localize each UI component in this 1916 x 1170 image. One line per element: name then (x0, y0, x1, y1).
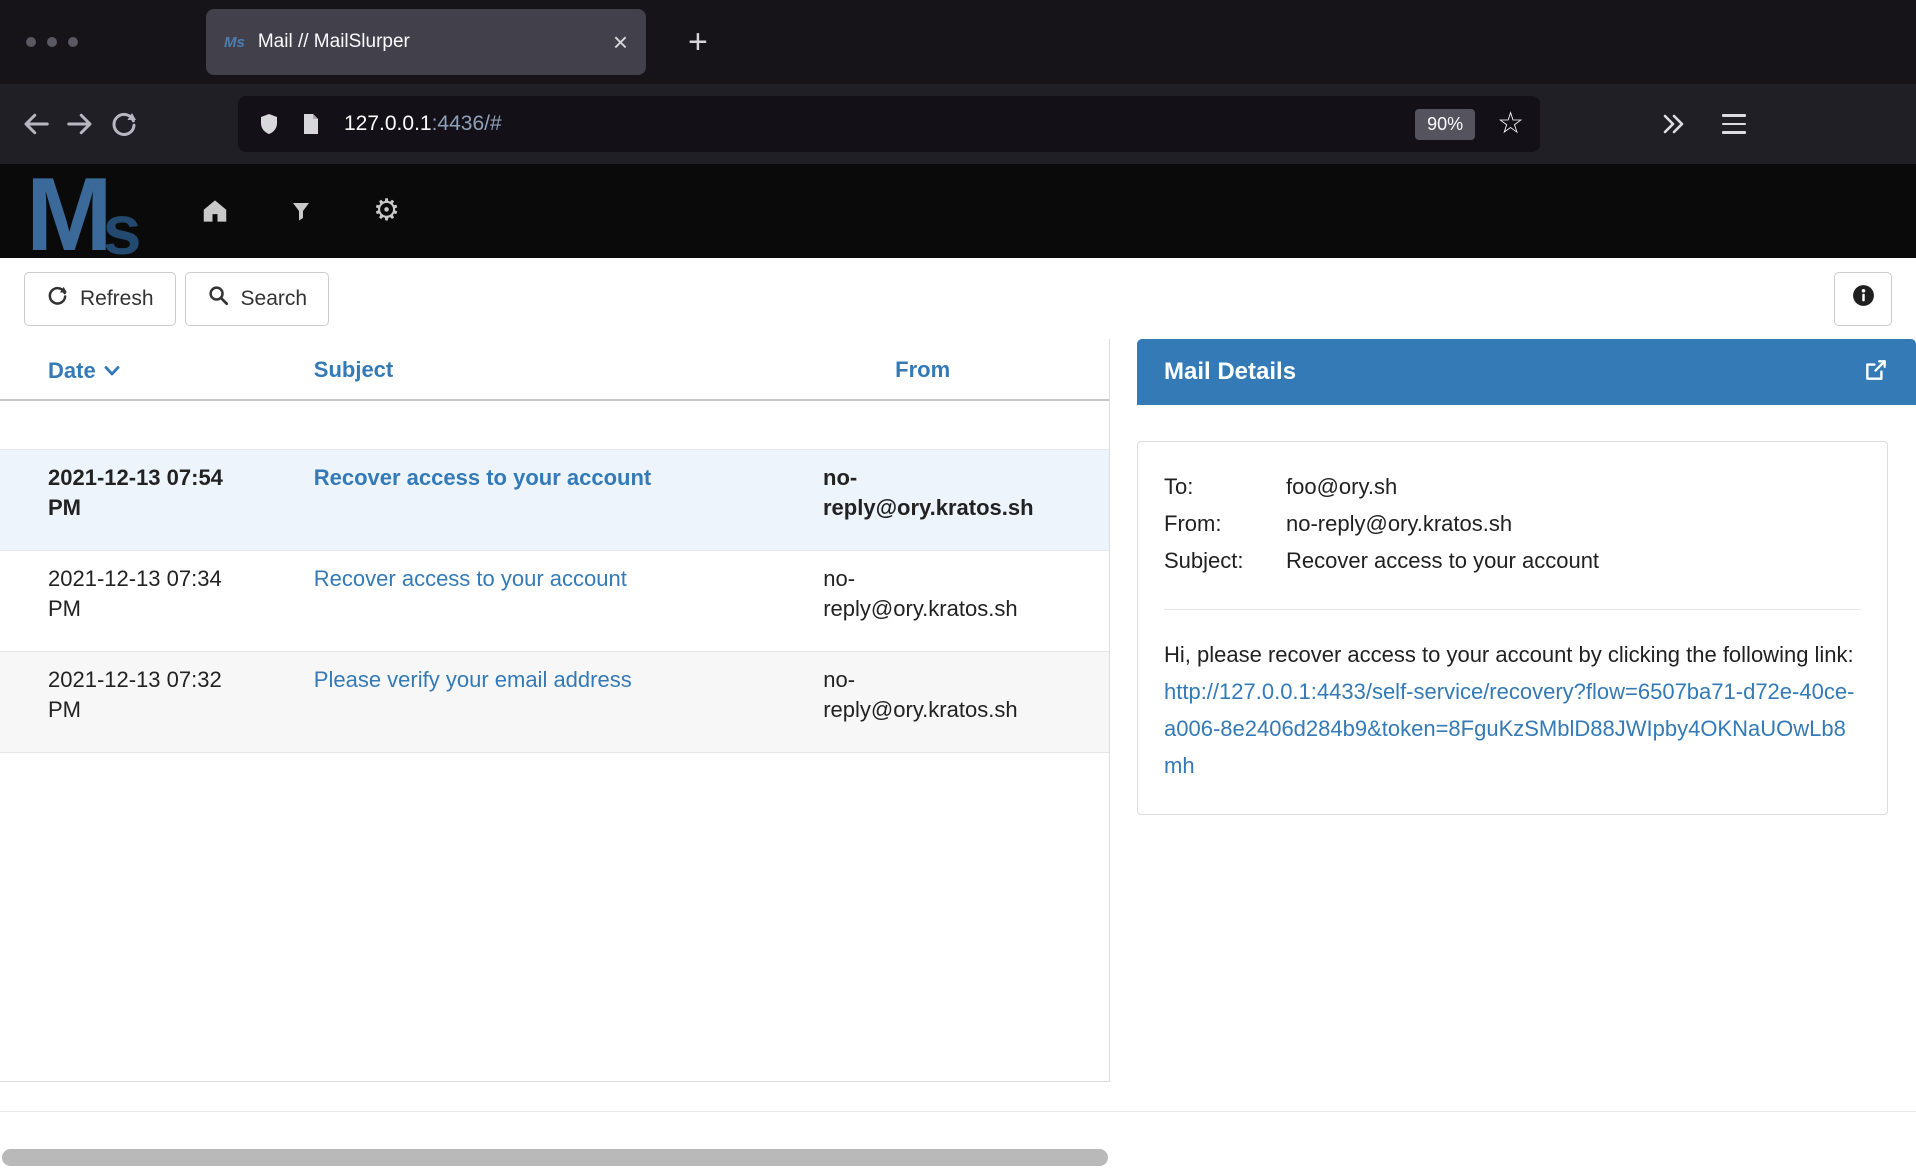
mail-row-from: no-reply@ory.kratos.sh (823, 463, 1109, 550)
mail-row-from: no-reply@ory.kratos.sh (823, 665, 1109, 752)
header-icons: ⚙ (198, 194, 404, 228)
mail-row[interactable]: 2021-12-13 07:34 PM Recover access to yo… (0, 551, 1109, 652)
search-button-label: Search (241, 287, 308, 311)
mail-details-header: Mail Details (1137, 339, 1916, 405)
back-button[interactable] (14, 102, 58, 146)
mail-subject-link[interactable]: Recover access to your account (314, 566, 627, 591)
mail-details-title: Mail Details (1164, 358, 1863, 386)
mail-row[interactable]: 2021-12-13 07:54 PM Recover access to yo… (0, 450, 1109, 551)
column-header-date[interactable]: Date (0, 357, 270, 399)
window-control-dot[interactable] (26, 37, 36, 47)
horizontal-scrollbar-thumb[interactable] (2, 1149, 1108, 1166)
mail-subject-link[interactable]: Please verify your email address (314, 667, 632, 692)
mail-row-subject: Recover access to your account (270, 564, 823, 651)
settings-gear-icon[interactable]: ⚙ (370, 194, 404, 228)
action-bar: Refresh Search (0, 258, 1916, 339)
page-info-icon[interactable] (296, 109, 326, 139)
column-header-from[interactable]: From (823, 357, 1109, 399)
mail-row-from: no-reply@ory.kratos.sh (823, 564, 1109, 651)
logo-letter-s: s (103, 203, 142, 258)
tab-favicon-icon: Ms (224, 34, 245, 51)
recovery-link[interactable]: http://127.0.0.1:4433/self-service/recov… (1164, 679, 1854, 778)
hamburger-menu-icon[interactable] (1712, 102, 1756, 146)
window-control-dot[interactable] (47, 37, 57, 47)
column-header-subject[interactable]: Subject (270, 357, 823, 399)
search-button[interactable]: Search (185, 272, 330, 326)
url-text: 127.0.0.1:4436/# (344, 112, 502, 136)
mail-rows: 2021-12-13 07:54 PM Recover access to yo… (0, 449, 1109, 753)
url-bar[interactable]: 127.0.0.1:4436/# 90% ☆ (238, 96, 1540, 152)
to-label: To: (1164, 468, 1286, 505)
bottom-divider (0, 1111, 1916, 1112)
to-value: foo@ory.sh (1286, 468, 1861, 505)
mail-list-panel: Date Subject From 2021-12-13 07:54 PM Re… (0, 339, 1110, 1082)
subject-label: Subject: (1164, 542, 1286, 579)
mail-details-card: To: foo@ory.sh From: no-reply@ory.kratos… (1137, 441, 1888, 815)
detail-row-subject: Subject: Recover access to your account (1164, 542, 1861, 579)
zoom-level-badge[interactable]: 90% (1415, 109, 1475, 140)
home-icon[interactable] (198, 194, 232, 228)
mail-row-date: 2021-12-13 07:54 PM (0, 463, 270, 550)
browser-navbar: 127.0.0.1:4436/# 90% ☆ (0, 84, 1916, 164)
from-value: no-reply@ory.kratos.sh (1286, 505, 1861, 542)
info-icon (1851, 283, 1876, 314)
bookmark-star-icon[interactable]: ☆ (1497, 109, 1524, 139)
mail-row-subject: Recover access to your account (270, 463, 823, 550)
mail-subject-link[interactable]: Recover access to your account (314, 465, 651, 490)
window-controls[interactable] (26, 37, 78, 47)
mail-body: Hi, please recover access to your accoun… (1164, 636, 1861, 784)
reload-button[interactable] (102, 102, 146, 146)
forward-button[interactable] (58, 102, 102, 146)
mail-list-header: Date Subject From (0, 339, 1109, 401)
url-port-path: :4436/# (432, 112, 502, 135)
tab-close-icon[interactable]: × (613, 29, 628, 55)
info-button[interactable] (1834, 272, 1892, 326)
page: Ms Mail // MailSlurper × + 127.0.0.1:443… (0, 0, 1916, 1170)
mail-row[interactable]: 2021-12-13 07:32 PM Please verify your e… (0, 652, 1109, 753)
filter-icon[interactable] (284, 194, 318, 228)
logo-letter-m: M (26, 173, 107, 258)
detail-row-from: From: no-reply@ory.kratos.sh (1164, 505, 1861, 542)
refresh-icon (46, 284, 69, 313)
overflow-chevrons-icon[interactable] (1650, 102, 1694, 146)
shield-icon[interactable] (254, 109, 284, 139)
mail-details-panel: Mail Details To: foo@ory.sh From: no-rep… (1137, 339, 1916, 1082)
url-host: 127.0.0.1 (344, 112, 432, 135)
tab-title: Mail // MailSlurper (258, 31, 603, 53)
main-content: Date Subject From 2021-12-13 07:54 PM Re… (0, 339, 1916, 1082)
mailslurper-logo: M s (26, 164, 142, 258)
mail-body-text: Hi, please recover access to your accoun… (1164, 642, 1854, 667)
new-tab-button[interactable]: + (688, 25, 708, 59)
browser-tab-strip: Ms Mail // MailSlurper × + (0, 0, 1916, 84)
mailslurper-header: M s ⚙ (0, 164, 1916, 258)
sort-descending-icon (104, 357, 120, 383)
mail-row-subject: Please verify your email address (270, 665, 823, 752)
refresh-button-label: Refresh (80, 287, 154, 311)
browser-tab[interactable]: Ms Mail // MailSlurper × (206, 9, 646, 75)
mail-row-date: 2021-12-13 07:34 PM (0, 564, 270, 651)
card-divider (1164, 609, 1861, 610)
mail-row-date: 2021-12-13 07:32 PM (0, 665, 270, 752)
subject-value: Recover access to your account (1286, 542, 1861, 579)
window-control-dot[interactable] (68, 37, 78, 47)
from-label: From: (1164, 505, 1286, 542)
detail-row-to: To: foo@ory.sh (1164, 468, 1861, 505)
refresh-button[interactable]: Refresh (24, 272, 176, 326)
search-icon (207, 284, 230, 313)
open-external-icon[interactable] (1863, 357, 1889, 388)
